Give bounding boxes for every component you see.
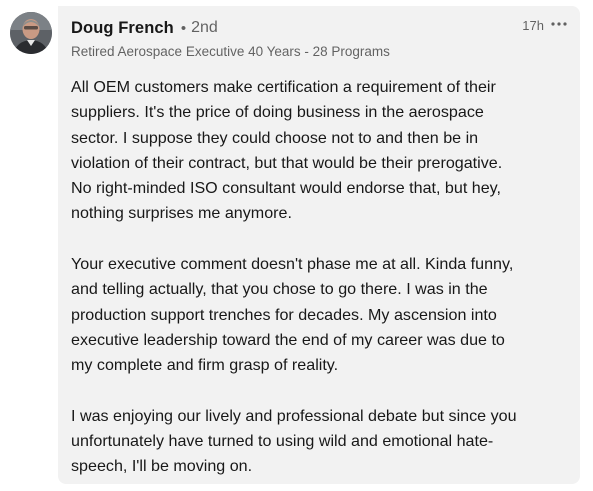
comment-header: Doug French • 2nd [71, 17, 218, 39]
separator-bullet: • [180, 19, 187, 37]
author-name[interactable]: Doug French [71, 19, 174, 38]
profile-photo-icon [10, 12, 52, 54]
comment-item: Doug French • 2nd 17h Retired Aerospace … [0, 0, 593, 491]
avatar[interactable] [10, 12, 52, 54]
comment-bubble: Doug French • 2nd 17h Retired Aerospace … [58, 6, 580, 484]
author-headline: Retired Aerospace Executive 40 Years - 2… [71, 44, 390, 59]
comment-body: All OEM customers make certification a r… [71, 75, 561, 480]
comment-paragraph: Your executive comment doesn't phase me … [71, 255, 514, 375]
connection-degree: 2nd [191, 19, 218, 36]
more-options-button[interactable] [548, 14, 570, 34]
comment-timestamp: 17h [522, 18, 544, 33]
comment-paragraph: I was enjoying our lively and profession… [71, 406, 517, 476]
ellipsis-horizontal-icon [551, 22, 567, 26]
comment-paragraph: All OEM customers make certification a r… [71, 78, 503, 223]
